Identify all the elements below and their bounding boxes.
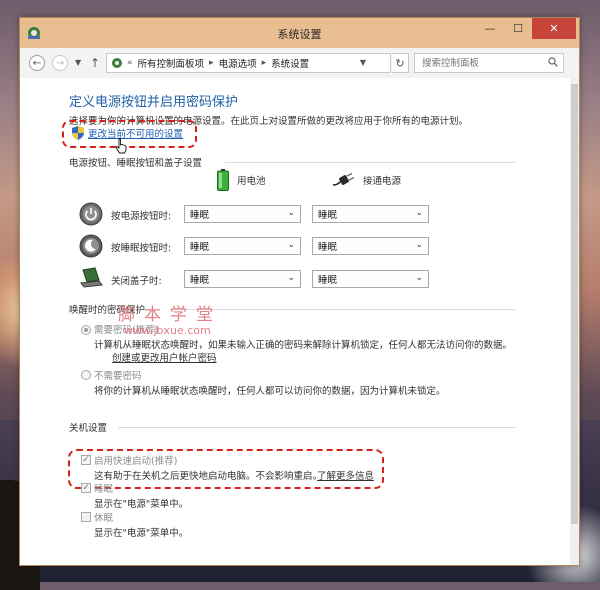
lid-close-plugged-select[interactable]: 睡眠 ⌄: [312, 270, 429, 288]
up-button[interactable]: ↑: [90, 56, 100, 70]
close-button[interactable]: ✕: [532, 18, 576, 39]
refresh-button[interactable]: ↻: [392, 53, 409, 73]
control-panel-icon: [112, 58, 122, 68]
section-divider: [225, 162, 515, 163]
system-settings-window: 系统设置 — ☐ ✕ ← → ▼ ↑ « 所有控制面板项 ▸ 电源选项 ▸ 系统…: [19, 17, 580, 566]
plugged-in-column-label: 接通电源: [363, 176, 402, 187]
watermark-url: www.jbxue.com: [124, 324, 211, 337]
lid-close-label: 关闭盖子时:: [111, 276, 162, 287]
power-button-battery-select[interactable]: 睡眠 ⌄: [184, 205, 301, 223]
maximize-button[interactable]: ☐: [504, 18, 532, 39]
recent-pages-dropdown-icon[interactable]: ▼: [75, 58, 81, 67]
breadcrumb-separator-icon: ▸: [209, 58, 214, 68]
plugged-in-column-header: 接通电源: [333, 173, 401, 187]
chevron-down-icon: ⌄: [287, 240, 295, 250]
breadcrumb-item-system-settings[interactable]: 系统设置: [271, 56, 309, 70]
sleep-button-plugged-select[interactable]: 睡眠 ⌄: [312, 237, 429, 255]
search-icon[interactable]: [548, 57, 558, 67]
content-pane: 定义电源按钮并启用密码保护 选择要为你的计算机设置的电源设置。在此页上对设置所做…: [20, 78, 579, 565]
sleep-option-desc: 显示在"电源"菜单中。: [94, 499, 189, 510]
breadcrumb[interactable]: « 所有控制面板项 ▸ 电源选项 ▸ 系统设置 ▼: [106, 53, 391, 73]
breadcrumb-item-all-items[interactable]: 所有控制面板项: [138, 56, 205, 70]
battery-column-header: 用电池: [217, 169, 266, 191]
sleep-button-icon: [79, 234, 103, 258]
address-dropdown-icon[interactable]: ▼: [360, 58, 366, 67]
power-buttons-section-title: 电源按钮、睡眠按钮和盖子设置: [69, 158, 203, 169]
vertical-scrollbar[interactable]: [570, 78, 579, 565]
no-password-label: 不需要密码: [94, 371, 142, 382]
chevron-down-icon: ⌄: [287, 208, 295, 218]
power-plug-icon: [333, 173, 355, 186]
page-title: 定义电源按钮并启用密码保护: [69, 95, 239, 110]
hibernate-option-label: 休眠: [94, 513, 114, 524]
hibernate-option-desc: 显示在"电源"菜单中。: [94, 528, 189, 539]
forward-button[interactable]: →: [52, 55, 68, 71]
power-button-label: 按电源按钮时:: [111, 211, 172, 222]
chevron-down-icon: ⌄: [287, 273, 295, 283]
chevron-down-icon: ⌄: [415, 273, 423, 283]
scrollbar-thumb[interactable]: [571, 84, 578, 524]
minimize-button[interactable]: —: [476, 18, 504, 39]
select-value: 睡眠: [190, 275, 210, 286]
search-input[interactable]: [420, 57, 544, 70]
lid-close-battery-select[interactable]: 睡眠 ⌄: [184, 270, 301, 288]
no-password-radio[interactable]: [81, 370, 91, 380]
sleep-button-battery-select[interactable]: 睡眠 ⌄: [184, 237, 301, 255]
sleep-checkbox[interactable]: ✓: [81, 483, 91, 493]
sleep-button-label: 按睡眠按钮时:: [111, 243, 172, 254]
change-password-link[interactable]: 创建或更改用户帐户密码: [112, 350, 217, 364]
battery-column-label: 用电池: [237, 176, 266, 187]
select-value: 睡眠: [190, 242, 210, 253]
require-password-radio[interactable]: [81, 325, 91, 335]
select-value: 睡眠: [318, 242, 338, 253]
sleep-option-label: 睡眠: [94, 484, 114, 495]
breadcrumb-item-power-options[interactable]: 电源选项: [219, 56, 257, 70]
watermark: 脚本学堂 www.jbxue.com: [118, 300, 222, 337]
highlight-box: [62, 120, 197, 148]
select-value: 睡眠: [190, 210, 210, 221]
power-button-icon: [79, 202, 103, 226]
chevron-down-icon: ⌄: [415, 240, 423, 250]
shutdown-section-title: 关机设置: [69, 423, 108, 434]
title-bar[interactable]: 系统设置 — ☐ ✕: [20, 18, 579, 48]
breadcrumb-separator-icon: ▸: [261, 58, 267, 68]
power-button-plugged-select[interactable]: 睡眠 ⌄: [312, 205, 429, 223]
no-password-desc: 将你的计算机从睡眠状态唤醒时，任何人都可以访问你的数据，因为计算机未锁定。: [94, 386, 446, 397]
hand-cursor-icon: [115, 138, 127, 154]
window-controls: — ☐ ✕: [476, 18, 576, 39]
select-value: 睡眠: [318, 275, 338, 286]
chevron-down-icon: ⌄: [415, 208, 423, 218]
breadcrumb-overflow-icon[interactable]: «: [127, 58, 133, 68]
watermark-title: 脚本学堂: [118, 305, 222, 325]
battery-icon: [217, 169, 229, 191]
address-bar: ← → ▼ ↑ « 所有控制面板项 ▸ 电源选项 ▸ 系统设置 ▼ ↻: [20, 48, 579, 78]
require-password-desc: 计算机从睡眠状态唤醒时，如果未输入正确的密码来解除计算机锁定，任何人都无法访问你…: [94, 340, 513, 351]
highlight-box: [68, 449, 384, 489]
search-box[interactable]: [414, 53, 564, 73]
hibernate-checkbox[interactable]: [81, 512, 91, 522]
back-button[interactable]: ←: [29, 55, 45, 71]
laptop-lid-icon: [80, 267, 103, 288]
select-value: 睡眠: [318, 210, 338, 221]
section-divider: [118, 427, 515, 428]
